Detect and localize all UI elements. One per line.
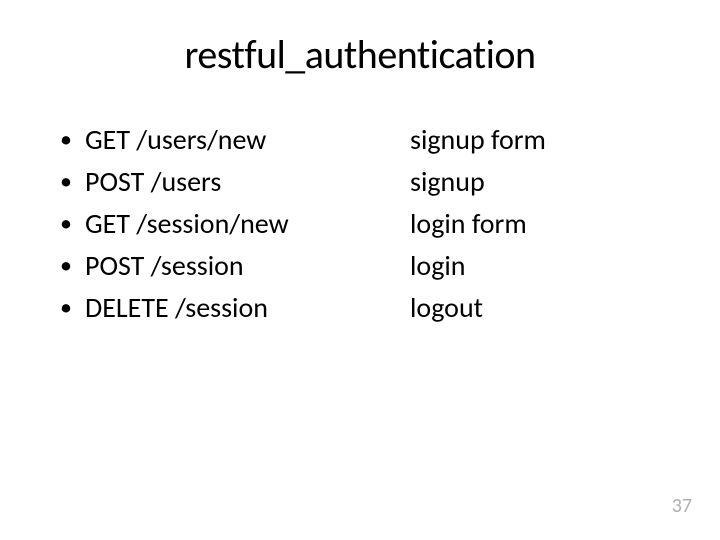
route-text: GET /users/new bbox=[85, 119, 266, 161]
list-item: POST /session bbox=[60, 245, 390, 287]
route-text: POST /users bbox=[85, 161, 221, 203]
page-number: 37 bbox=[672, 494, 692, 518]
route-text: POST /session bbox=[85, 245, 244, 287]
slide-title: restful_authentication bbox=[50, 30, 670, 79]
list-item: POST /users bbox=[60, 161, 390, 203]
description-text: login bbox=[410, 245, 546, 287]
description-text: signup bbox=[410, 161, 546, 203]
route-text: DELETE /session bbox=[85, 287, 268, 329]
description-text: logout bbox=[410, 287, 546, 329]
routes-list: GET /users/new POST /users GET /session/… bbox=[60, 119, 390, 329]
list-item: GET /users/new bbox=[60, 119, 390, 161]
slide-container: restful_authentication GET /users/new PO… bbox=[0, 0, 720, 540]
content-area: GET /users/new POST /users GET /session/… bbox=[50, 119, 670, 329]
descriptions-column: signup form signup login form login logo… bbox=[390, 119, 546, 329]
description-text: signup form bbox=[410, 119, 546, 161]
list-item: DELETE /session bbox=[60, 287, 390, 329]
description-text: login form bbox=[410, 203, 546, 245]
list-item: GET /session/new bbox=[60, 203, 390, 245]
route-text: GET /session/new bbox=[85, 203, 289, 245]
routes-column: GET /users/new POST /users GET /session/… bbox=[50, 119, 390, 329]
